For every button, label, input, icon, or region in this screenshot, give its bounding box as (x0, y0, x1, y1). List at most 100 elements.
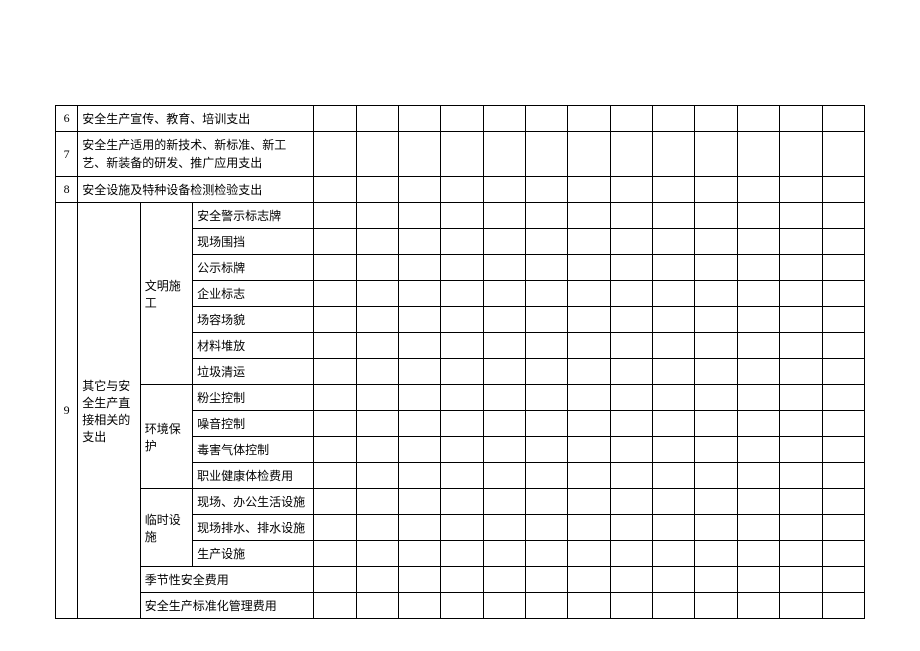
group-label: 文明施工 (140, 203, 192, 385)
data-cell (780, 541, 822, 567)
data-cell (610, 489, 652, 515)
data-cell (568, 359, 610, 385)
data-cell (780, 567, 822, 593)
data-cell (695, 229, 737, 255)
data-cell (398, 177, 440, 203)
data-cell (737, 177, 779, 203)
data-cell (356, 333, 398, 359)
data-cell (526, 307, 568, 333)
data-cell (314, 385, 356, 411)
data-cell (610, 359, 652, 385)
data-cell (398, 437, 440, 463)
data-cell (568, 132, 610, 177)
data-cell (653, 307, 695, 333)
data-cell (653, 132, 695, 177)
data-cell (526, 203, 568, 229)
group-label: 环境保护 (140, 385, 192, 489)
data-cell (356, 255, 398, 281)
row-number: 9 (56, 203, 78, 619)
data-cell (780, 229, 822, 255)
data-cell (610, 437, 652, 463)
data-cell (483, 411, 525, 437)
data-cell (526, 385, 568, 411)
table-row: 环境保护 粉尘控制 (56, 385, 865, 411)
data-cell (441, 255, 483, 281)
data-cell (780, 411, 822, 437)
item-label: 粉尘控制 (193, 385, 314, 411)
data-cell (568, 255, 610, 281)
data-cell (737, 106, 779, 132)
data-cell (737, 515, 779, 541)
data-cell (526, 593, 568, 619)
data-cell (653, 255, 695, 281)
data-cell (398, 463, 440, 489)
data-cell (356, 132, 398, 177)
data-cell (441, 281, 483, 307)
data-cell (398, 229, 440, 255)
data-cell (780, 489, 822, 515)
data-cell (568, 203, 610, 229)
data-cell (398, 541, 440, 567)
data-cell (314, 132, 356, 177)
data-cell (483, 541, 525, 567)
data-cell (780, 333, 822, 359)
data-cell (568, 106, 610, 132)
data-cell (695, 489, 737, 515)
group-label: 季节性安全费用 (140, 567, 313, 593)
data-cell (610, 385, 652, 411)
data-cell (695, 567, 737, 593)
data-cell (398, 203, 440, 229)
data-cell (653, 489, 695, 515)
data-cell (398, 567, 440, 593)
data-cell (737, 489, 779, 515)
data-cell (737, 411, 779, 437)
data-cell (356, 567, 398, 593)
group-label: 临时设施 (140, 489, 192, 567)
data-cell (314, 489, 356, 515)
item-label: 毒害气体控制 (193, 437, 314, 463)
data-cell (526, 106, 568, 132)
data-cell (483, 489, 525, 515)
data-cell (568, 307, 610, 333)
data-cell (356, 229, 398, 255)
data-cell (441, 203, 483, 229)
data-cell (780, 106, 822, 132)
data-cell (441, 333, 483, 359)
data-cell (653, 411, 695, 437)
data-cell (526, 132, 568, 177)
data-cell (398, 515, 440, 541)
data-cell (526, 411, 568, 437)
data-cell (398, 255, 440, 281)
data-cell (653, 515, 695, 541)
data-cell (737, 359, 779, 385)
data-cell (695, 593, 737, 619)
data-cell (822, 359, 864, 385)
data-cell (780, 255, 822, 281)
data-cell (653, 333, 695, 359)
data-cell (822, 281, 864, 307)
data-cell (610, 593, 652, 619)
data-cell (780, 307, 822, 333)
data-cell (653, 203, 695, 229)
data-cell (483, 255, 525, 281)
item-label: 现场围挡 (193, 229, 314, 255)
data-cell (526, 333, 568, 359)
row-number: 8 (56, 177, 78, 203)
data-cell (356, 281, 398, 307)
data-cell (441, 515, 483, 541)
data-cell (653, 281, 695, 307)
data-cell (780, 177, 822, 203)
data-cell (568, 281, 610, 307)
data-cell (568, 541, 610, 567)
data-cell (314, 593, 356, 619)
item-label: 生产设施 (193, 541, 314, 567)
item-label: 材料堆放 (193, 333, 314, 359)
data-cell (314, 437, 356, 463)
data-cell (483, 307, 525, 333)
data-cell (483, 203, 525, 229)
data-cell (526, 229, 568, 255)
data-cell (398, 281, 440, 307)
data-cell (314, 541, 356, 567)
data-cell (314, 359, 356, 385)
data-cell (568, 229, 610, 255)
